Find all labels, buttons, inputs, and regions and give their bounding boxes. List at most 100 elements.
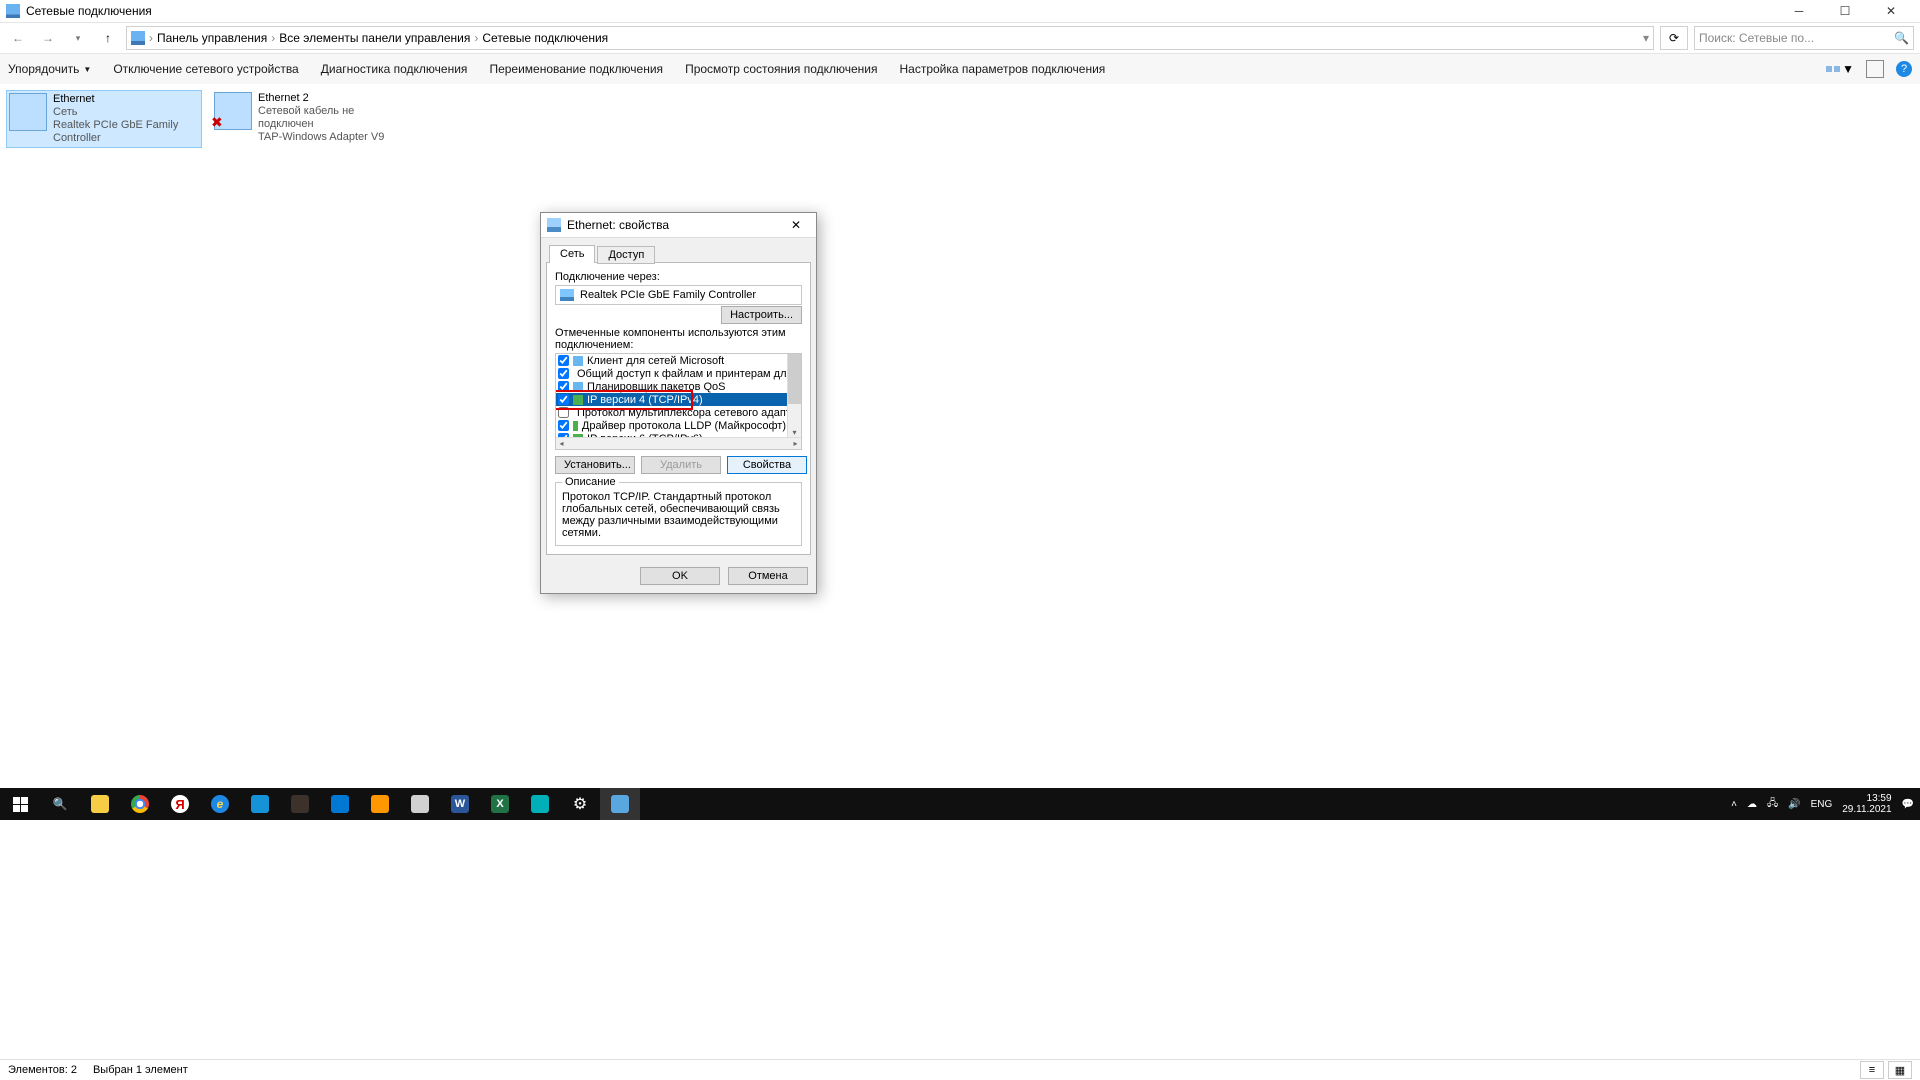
component-label: Клиент для сетей Microsoft: [587, 355, 724, 367]
network-connections-icon: [6, 4, 20, 18]
dialog-titlebar[interactable]: Ethernet: свойства ✕: [541, 213, 816, 238]
word-icon[interactable]: W: [440, 788, 480, 820]
properties-button[interactable]: Свойства: [727, 456, 807, 474]
icons-view-button[interactable]: ▦: [1888, 1061, 1912, 1079]
search-icon: 🔍: [1894, 31, 1909, 45]
network-connection-item[interactable]: Ethernet 2Сетевой кабель не подключенTAP…: [212, 90, 406, 148]
search-button[interactable]: 🔍: [40, 788, 80, 820]
scrollbar-thumb[interactable]: [788, 354, 801, 404]
component-checkbox[interactable]: [558, 368, 569, 379]
chrome-icon[interactable]: [120, 788, 160, 820]
connection-icon: [214, 92, 252, 130]
components-list[interactable]: Клиент для сетей MicrosoftОбщий доступ к…: [555, 353, 802, 450]
maximize-button[interactable]: ☐: [1822, 0, 1868, 22]
nav-recent-button[interactable]: ▾: [66, 26, 90, 50]
excel-icon[interactable]: X: [480, 788, 520, 820]
disable-device-button[interactable]: Отключение сетевого устройства: [113, 62, 298, 76]
component-label: Планировщик пакетов QoS: [587, 381, 726, 393]
breadcrumb-segment[interactable]: Сетевые подключения: [482, 31, 608, 45]
remove-button[interactable]: Удалить: [641, 456, 721, 474]
nic-icon: [560, 289, 574, 301]
component-icon: [573, 421, 578, 431]
search-placeholder: Поиск: Сетевые по...: [1699, 31, 1814, 45]
connection-settings-button[interactable]: Настройка параметров подключения: [900, 62, 1106, 76]
search-input[interactable]: Поиск: Сетевые по... 🔍: [1694, 26, 1914, 50]
tray-chevron-icon[interactable]: ˄: [1731, 799, 1737, 810]
nav-forward-button[interactable]: →: [36, 26, 60, 50]
ie-icon[interactable]: e: [200, 788, 240, 820]
tray-volume-icon[interactable]: 🔊: [1788, 799, 1800, 810]
app-icon-2[interactable]: [280, 788, 320, 820]
content-area: EthernetСетьRealtek PCIe GbE Family Cont…: [0, 84, 1920, 1060]
component-row[interactable]: Планировщик пакетов QoS: [556, 380, 788, 393]
network-connection-item[interactable]: EthernetСетьRealtek PCIe GbE Family Cont…: [6, 90, 202, 148]
scroll-right-arrow[interactable]: ▸: [790, 438, 801, 449]
nav-up-button[interactable]: ↑: [96, 26, 120, 50]
component-label: IP версии 4 (TCP/IPv4): [587, 394, 703, 406]
breadcrumb-segment[interactable]: Панель управления: [157, 31, 267, 45]
component-row[interactable]: Драйвер протокола LLDP (Майкрософт): [556, 419, 788, 432]
scroll-left-arrow[interactable]: ◂: [556, 438, 567, 449]
breadcrumb-segment[interactable]: Все элементы панели управления: [279, 31, 470, 45]
vscode-icon[interactable]: [320, 788, 360, 820]
adapter-name: Realtek PCIe GbE Family Controller: [580, 289, 756, 301]
settings-icon[interactable]: ⚙: [560, 788, 600, 820]
component-icon: [573, 356, 583, 366]
view-options-button[interactable]: ▼: [1826, 62, 1854, 76]
preview-pane-button[interactable]: [1866, 60, 1884, 78]
address-bar: ← → ▾ ↑ › Панель управления › Все элемен…: [0, 23, 1920, 54]
app-icon-1[interactable]: [240, 788, 280, 820]
diagnose-button[interactable]: Диагностика подключения: [321, 62, 468, 76]
calculator-icon[interactable]: [400, 788, 440, 820]
refresh-button[interactable]: ⟳: [1660, 26, 1688, 50]
ethernet-properties-dialog: Ethernet: свойства ✕ Сеть Доступ Подключ…: [540, 212, 817, 594]
tab-access[interactable]: Доступ: [597, 246, 655, 264]
view-status-button[interactable]: Просмотр состояния подключения: [685, 62, 877, 76]
vertical-scrollbar[interactable]: ▾: [787, 354, 801, 438]
install-button[interactable]: Установить...: [555, 456, 635, 474]
connection-adapter: TAP-Windows Adapter V9: [258, 131, 404, 144]
help-button[interactable]: ?: [1896, 61, 1912, 77]
connection-status: Сетевой кабель не подключен: [258, 105, 404, 131]
network-connections-taskbar-icon[interactable]: [600, 788, 640, 820]
cancel-button[interactable]: Отмена: [728, 567, 808, 585]
yandex-icon[interactable]: Я: [160, 788, 200, 820]
details-view-button[interactable]: ≡: [1860, 1061, 1884, 1079]
status-bar: Элементов: 2 Выбран 1 элемент ≡ ▦: [0, 1059, 1920, 1080]
nav-back-button[interactable]: ←: [6, 26, 30, 50]
component-checkbox[interactable]: [558, 355, 569, 366]
adapter-box: Realtek PCIe GbE Family Controller: [555, 285, 802, 305]
tray-onedrive-icon[interactable]: ☁: [1747, 799, 1757, 810]
sublime-icon[interactable]: [360, 788, 400, 820]
dialog-close-button[interactable]: ✕: [782, 215, 810, 235]
file-explorer-icon[interactable]: [80, 788, 120, 820]
organize-menu[interactable]: Упорядочить▼: [8, 62, 91, 76]
component-row[interactable]: Протокол мультиплексора сетевого адаптер…: [556, 406, 788, 419]
horizontal-scrollbar[interactable]: ◂ ▸: [556, 437, 801, 449]
minimize-button[interactable]: ─: [1776, 0, 1822, 22]
tab-network[interactable]: Сеть: [549, 245, 595, 263]
tray-notifications-icon[interactable]: 💬: [1902, 799, 1914, 810]
component-checkbox[interactable]: [558, 394, 569, 405]
configure-button[interactable]: Настроить...: [721, 306, 802, 324]
tray-language[interactable]: ENG: [1811, 799, 1833, 810]
component-checkbox[interactable]: [558, 420, 569, 431]
component-row[interactable]: Общий доступ к файлам и принтерам для се…: [556, 367, 788, 380]
dialog-panel: Подключение через: Realtek PCIe GbE Fami…: [546, 262, 811, 555]
breadcrumb[interactable]: › Панель управления › Все элементы панел…: [126, 26, 1654, 50]
component-row[interactable]: Клиент для сетей Microsoft: [556, 354, 788, 367]
component-row[interactable]: IP версии 4 (TCP/IPv4): [556, 393, 788, 406]
component-icon: [573, 382, 583, 392]
app-icon-3[interactable]: [520, 788, 560, 820]
close-button[interactable]: ✕: [1868, 0, 1914, 22]
component-checkbox[interactable]: [558, 381, 569, 392]
component-label: Протокол мультиплексора сетевого адаптер…: [577, 407, 802, 419]
tray-clock[interactable]: 13:59 29.11.2021: [1842, 793, 1891, 815]
status-selected: Выбран 1 элемент: [93, 1064, 188, 1076]
start-button[interactable]: [0, 788, 40, 820]
command-bar: Упорядочить▼ Отключение сетевого устройс…: [0, 54, 1920, 85]
ok-button[interactable]: OK: [640, 567, 720, 585]
rename-button[interactable]: Переименование подключения: [489, 62, 663, 76]
tray-network-icon[interactable]: 🖧: [1767, 796, 1778, 813]
component-checkbox[interactable]: [558, 407, 569, 418]
